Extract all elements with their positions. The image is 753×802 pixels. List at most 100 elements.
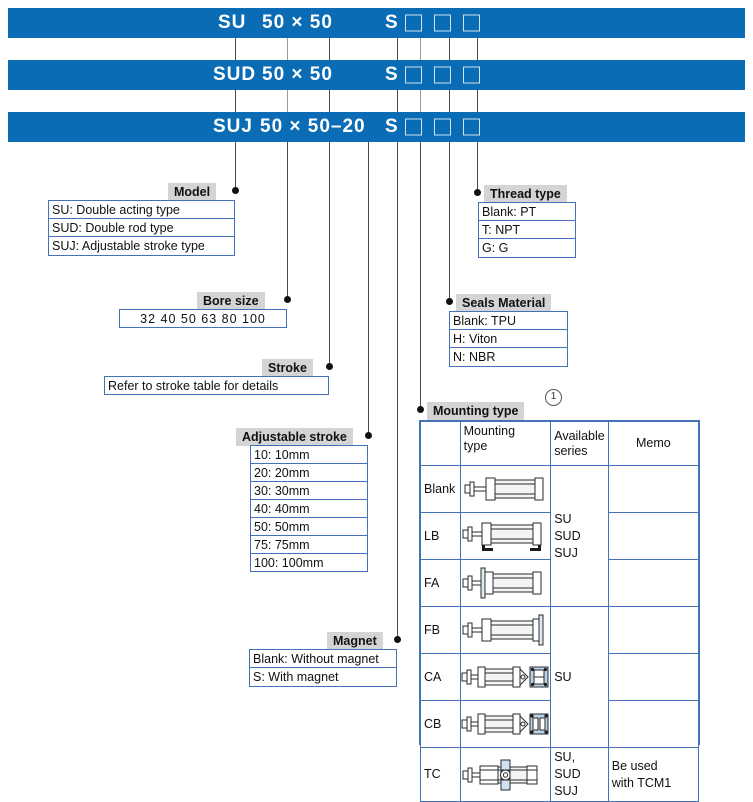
callout-box-bore-size: 32 40 50 63 80 100 <box>119 309 287 328</box>
leader-dot-stroke <box>326 363 333 370</box>
adjustable-stroke-option-5: 75: 75mm <box>251 536 367 554</box>
leader-gap1-e <box>420 38 421 60</box>
leader-gap2-e <box>420 90 421 112</box>
table-header-row: Mounting type Available series Memo <box>420 421 700 466</box>
leader-mounting <box>420 142 421 409</box>
header-mounting-type: Mounting type <box>459 421 552 466</box>
series-text-1: SU SUD SUJ <box>554 511 581 560</box>
callout-title-seals-material: Seals Material <box>456 294 552 312</box>
series-text-3: SU, SUD SUJ <box>554 750 581 798</box>
callout-title-magnet: Magnet <box>327 632 383 650</box>
cylinder-clevis-ca-icon <box>461 666 549 688</box>
row-code-fb: FB <box>420 606 461 654</box>
leader-gap2-a <box>235 90 236 112</box>
leader-model <box>235 142 236 190</box>
row-icon-cylinder-front-flange <box>459 559 552 607</box>
row-icon-cylinder-clevis-cb <box>459 700 552 748</box>
table-row: FB SU <box>420 606 700 748</box>
bore-size-option-0: 32 40 50 63 80 100 <box>140 312 266 326</box>
leader-dot-adjustable <box>365 432 372 439</box>
row-code-ca: CA <box>420 653 461 701</box>
callout-box-thread-type: Blank: PT T: NPT G: G <box>478 202 576 258</box>
cylinder-trunnion-icon <box>462 759 538 790</box>
code-bar-suj-box-3 <box>463 118 480 136</box>
leader-gap1-a <box>235 38 236 60</box>
adjustable-stroke-option-4: 50: 50mm <box>251 518 367 536</box>
row-memo-fa <box>607 559 700 607</box>
magnet-option-0: Blank: Without magnet <box>250 650 396 668</box>
code-bar-su-box-3 <box>463 14 480 32</box>
row-icon-cylinder-foot <box>459 512 552 560</box>
leader-gap1-f <box>449 38 450 60</box>
leader-gap2-f <box>449 90 450 112</box>
header-available-series-label: Available series <box>554 428 605 458</box>
row-memo-fb <box>607 606 700 654</box>
leader-gap2-g <box>477 90 478 112</box>
row-series-su-sud-suj: SU SUD SUJ <box>550 465 609 607</box>
thread-type-option-0: Blank: PT <box>479 203 575 221</box>
model-option-2: SUJ: Adjustable stroke type <box>52 239 205 253</box>
header-memo: Memo <box>607 421 700 466</box>
callout-box-stroke: Refer to stroke table for details <box>104 376 329 395</box>
model-option-1: SUD: Double rod type <box>49 219 234 237</box>
diagram-canvas: SU 50 × 50 S SUD 50 × 50 S SUJ 50 × 50–2… <box>0 0 753 802</box>
code-bar-su-model: SU <box>218 12 247 33</box>
code-bar-suj-model: SUJ <box>213 116 253 137</box>
leader-gap1-g <box>477 38 478 60</box>
callout-title-stroke: Stroke <box>262 359 313 377</box>
adjustable-stroke-option-3: 40: 40mm <box>251 500 367 518</box>
code-bar-sud-model: SUD <box>213 64 257 85</box>
row-code-cb: CB <box>420 700 461 748</box>
row-memo-ca <box>607 653 700 701</box>
adjustable-stroke-option-1: 20: 20mm <box>251 464 367 482</box>
code-bar-sud-box-1 <box>405 66 422 84</box>
row-code-blank: Blank <box>420 465 461 513</box>
row-memo-tc: Be used with TCM1 <box>607 747 700 802</box>
code-bar-suj-box-1 <box>405 118 422 136</box>
memo-text-tc: Be used with TCM1 <box>611 758 672 790</box>
code-bar-sud-box-2 <box>434 66 451 84</box>
code-bar-sud-size: 50 × 50 <box>262 64 333 85</box>
code-bar-suj-magnet: S <box>385 116 399 137</box>
leader-magnet <box>397 142 398 639</box>
row-memo-cb <box>607 700 700 748</box>
leader-gap2-b <box>287 90 288 112</box>
leader-bore <box>287 142 288 299</box>
adjustable-stroke-option-0: 10: 10mm <box>251 446 367 464</box>
callout-box-seals-material: Blank: TPU H: Viton N: NBR <box>449 311 568 367</box>
header-available-series: Available series <box>550 421 609 466</box>
leader-gap2-c <box>329 90 330 112</box>
row-icon-cylinder-trunnion <box>459 747 552 802</box>
row-memo-blank <box>607 465 700 513</box>
row-icon-cylinder-basic <box>459 465 552 513</box>
callout-box-adjustable-stroke: 10: 10mm 20: 20mm 30: 30mm 40: 40mm 50: … <box>250 445 368 572</box>
leader-dot-thread <box>474 189 481 196</box>
code-bar-su-box-1 <box>405 14 422 32</box>
leader-dot-model <box>232 187 239 194</box>
thread-type-option-1: T: NPT <box>479 221 575 239</box>
leader-dot-magnet <box>394 636 401 643</box>
table-row: Blank SU SUD SUJ <box>420 465 700 607</box>
row-code-fa: FA <box>420 559 461 607</box>
code-bar-su: SU 50 × 50 S <box>8 8 745 38</box>
table-row: TC SU, SUD SUJ Be used with TCM1 <box>420 747 700 802</box>
code-bar-su-box-2 <box>434 14 451 32</box>
callout-box-model: SU: Double acting type SUD: Double rod t… <box>48 200 235 256</box>
leader-dot-seals <box>446 298 453 305</box>
leader-thread <box>477 142 478 192</box>
leader-gap2-d <box>397 90 398 112</box>
callout-title-adjustable-stroke: Adjustable stroke <box>236 428 353 446</box>
stroke-option-0: Refer to stroke table for details <box>108 379 279 393</box>
callout-title-thread-type: Thread type <box>484 185 567 203</box>
row-memo-lb <box>607 512 700 560</box>
cylinder-clevis-cb-icon <box>461 713 549 735</box>
seals-material-option-1: H: Viton <box>450 330 567 348</box>
cylinder-basic-icon <box>464 477 544 501</box>
row-series-su: SU <box>550 606 609 748</box>
code-bar-sud-box-3 <box>463 66 480 84</box>
mounting-type-note-marker: 1 <box>545 389 562 406</box>
row-code-lb: LB <box>420 512 461 560</box>
cylinder-foot-icon <box>462 522 542 551</box>
leader-dot-mounting <box>417 406 424 413</box>
callout-title-bore-size: Bore size <box>197 292 265 310</box>
